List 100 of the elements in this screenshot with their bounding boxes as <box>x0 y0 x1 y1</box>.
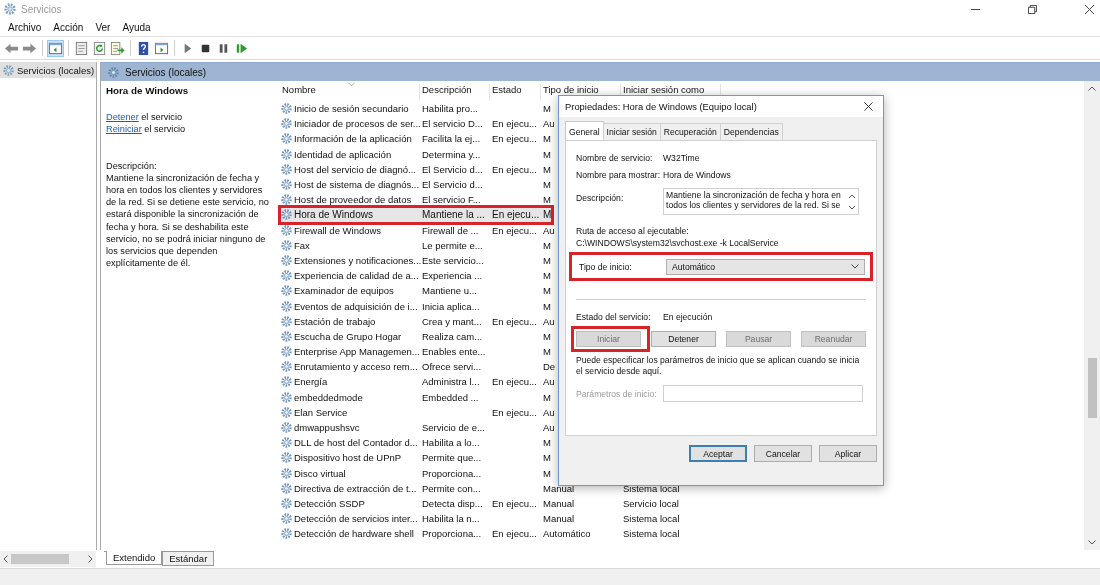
table-row[interactable]: Estación de trabajo Crea y mant... En ejecu... Au <box>280 313 556 329</box>
table-row[interactable]: Inicio de sesión secundario Habilita pro... M <box>280 101 552 117</box>
scroll-up-icon[interactable] <box>1088 86 1096 91</box>
dialog-button[interactable]: Aplicar <box>819 445 877 462</box>
table-row[interactable]: Hora de Windows Mantiene la ... En ejecu... M <box>280 207 553 223</box>
scroll-right-icon[interactable] <box>88 555 93 563</box>
tree-item[interactable]: Servicios (locales) <box>0 63 96 78</box>
table-cell: El Servicio d... <box>422 163 483 175</box>
table-cell: Crea y mant... <box>422 315 482 327</box>
gear-icon <box>280 496 293 510</box>
table-cell: Au <box>543 376 555 388</box>
table-cell: En ejecu... <box>492 497 537 509</box>
table-row[interactable]: Detección de hardware shell Proporciona... En ejecu... Automático Sistema local <box>280 526 721 542</box>
startup-type-dropdown[interactable]: Automático <box>666 258 865 275</box>
gear-icon <box>280 147 293 161</box>
table-row[interactable]: Host de proveedor de datos El servicio F... M <box>280 192 552 208</box>
table-row[interactable]: Energía Administra l... En ejecu... Au <box>280 374 556 390</box>
vertical-scrollbar[interactable] <box>1084 81 1100 550</box>
scroll-down-icon[interactable] <box>1088 540 1096 545</box>
close-icon[interactable] <box>1085 4 1094 14</box>
table-cell: Estación de trabajo <box>294 315 376 327</box>
field-label: Parámetros de inicio: <box>576 388 658 399</box>
close-icon[interactable] <box>864 102 873 111</box>
dialog-button[interactable]: Aceptar <box>689 445 747 462</box>
action-link[interactable]: Detener <box>106 112 139 123</box>
table-row[interactable]: Elan Service En ejecu... Au <box>280 404 556 420</box>
gear-icon <box>280 481 293 495</box>
table-cell: Detección de servicios inter... <box>294 513 418 525</box>
table-row[interactable]: DLL de host del Contador d... Habilita a lo... M <box>280 435 552 451</box>
table-row[interactable]: dmwappushsvc Servicio de e... Au <box>280 419 556 436</box>
view-tab[interactable]: Extendido <box>106 551 163 565</box>
scrollbar-thumb[interactable] <box>1087 358 1097 418</box>
table-row[interactable]: Dispositivo host de UPnP Permite que... M <box>280 450 552 466</box>
table-row[interactable]: Experiencia de calidad de a... Experiencia ... M <box>280 268 552 284</box>
scrollbar-thumb[interactable] <box>11 554 69 564</box>
table-cell: Sistema local <box>623 482 680 494</box>
gear-icon <box>280 162 293 176</box>
window-title: Servicios <box>21 3 62 15</box>
table-cell: Au <box>543 224 555 236</box>
gear-icon <box>280 436 293 450</box>
table-cell: En ejecu... <box>492 528 537 540</box>
table-row[interactable]: Escucha de Grupo Hogar Realiza cam... M <box>280 328 552 344</box>
column-header[interactable]: Nombre <box>280 84 420 101</box>
view-tab[interactable]: Estándar <box>162 552 215 566</box>
table-cell: En ejecu... <box>492 118 537 130</box>
table-cell: Energía <box>294 376 328 388</box>
table-row[interactable]: Host del servicio de diagnó... El Servicio d... En ejecu... M <box>280 161 552 177</box>
table-cell: Automático <box>543 528 591 540</box>
table-row[interactable]: Información de la aplicación Facilita la ej... En ejecu... M <box>280 131 552 147</box>
menu-item[interactable]: Acción <box>53 21 84 33</box>
table-row[interactable]: Enrutamiento y acceso rem... Ofrece servi... De <box>280 359 557 375</box>
export-icon[interactable] <box>110 40 125 56</box>
table-cell: Habilita a lo... <box>422 437 480 449</box>
field-value: C:\WINDOWS\system32\svchost.exe -k LocalService <box>576 238 780 248</box>
field-value: Hora de Windows <box>663 169 731 180</box>
dialog-button[interactable]: Cancelar <box>754 445 812 462</box>
action-link[interactable]: Reiniciar <box>106 124 142 135</box>
table-row[interactable]: Detección de servicios inter... Habilita la n... Manual Sistema local <box>280 511 721 527</box>
table-row[interactable]: Firewall de Windows Firewall de ... En ejecu... Au <box>280 222 556 238</box>
service-button[interactable]: Detener <box>651 331 716 347</box>
properties-icon[interactable] <box>74 40 89 56</box>
table-row[interactable]: Fax Le permite e... M <box>280 237 552 253</box>
table-row[interactable]: Iniciador de procesos de ser...El servicio D... En ejecu... Au <box>280 116 556 132</box>
console-tree-icon[interactable] <box>48 40 63 56</box>
refresh-icon[interactable] <box>92 40 107 56</box>
table-row[interactable]: Identidad de aplicación Determina y... M <box>280 146 552 162</box>
dialog-tab[interactable]: Iniciar sesión <box>602 123 661 140</box>
description-box[interactable]: Mantiene la sincronización de fecha y hora en todos los clientes y servidores de la red. Si se <box>663 188 859 215</box>
menu-item[interactable]: Ver <box>95 21 111 33</box>
table-row[interactable]: Host de sistema de diagnós... El Servicio d... M <box>280 176 552 193</box>
table-row[interactable]: Eventos de adquisición de i... Inicia aplica... M <box>280 298 552 314</box>
table-row[interactable]: Extensiones y notificaciones...Este servicio... M <box>280 252 552 269</box>
table-row[interactable]: embeddedmode Embedded ... M <box>280 389 552 405</box>
gear-icon <box>280 314 293 328</box>
dialog-tab[interactable]: Recuperación <box>659 123 721 140</box>
menu-item[interactable]: Archivo <box>8 21 42 33</box>
action-pane-icon[interactable] <box>154 40 169 56</box>
horizontal-scrollbar[interactable] <box>0 551 96 567</box>
table-row[interactable]: Directiva de extracción de t... Permite con... Manual Sistema local <box>280 480 721 496</box>
help-icon[interactable] <box>136 40 151 56</box>
restore-icon[interactable] <box>1028 4 1037 14</box>
table-cell: Directiva de extracción de t... <box>294 482 417 494</box>
table-cell: Experiencia de calidad de a... <box>294 270 419 282</box>
menu-item[interactable]: Ayuda <box>122 21 151 33</box>
dialog-tab[interactable]: Dependencias <box>719 123 783 140</box>
table-row[interactable]: Examinador de equipos Mantiene u... M <box>280 283 552 299</box>
column-header[interactable]: Estado <box>490 84 541 101</box>
table-row[interactable]: Disco virtual Proporciona... M <box>280 465 552 481</box>
scroll-left-icon[interactable] <box>3 555 8 563</box>
gear-icon <box>3 2 17 16</box>
table-row[interactable]: Detección SSDP Detecta disp... En ejecu... Manual Servicio local <box>280 495 721 512</box>
table-cell: Le permite e... <box>422 239 483 251</box>
table-row[interactable]: Enterprise App Managemen... Enables ente... M <box>280 344 552 360</box>
table-cell: M <box>543 194 551 206</box>
table-cell: Servicio local <box>623 497 679 509</box>
table-cell: M <box>543 452 551 464</box>
gear-icon <box>280 466 293 480</box>
column-header[interactable]: Descripción <box>420 84 490 101</box>
table-cell: Eventos de adquisición de i... <box>294 300 418 312</box>
dialog-tab[interactable]: General <box>565 121 604 140</box>
